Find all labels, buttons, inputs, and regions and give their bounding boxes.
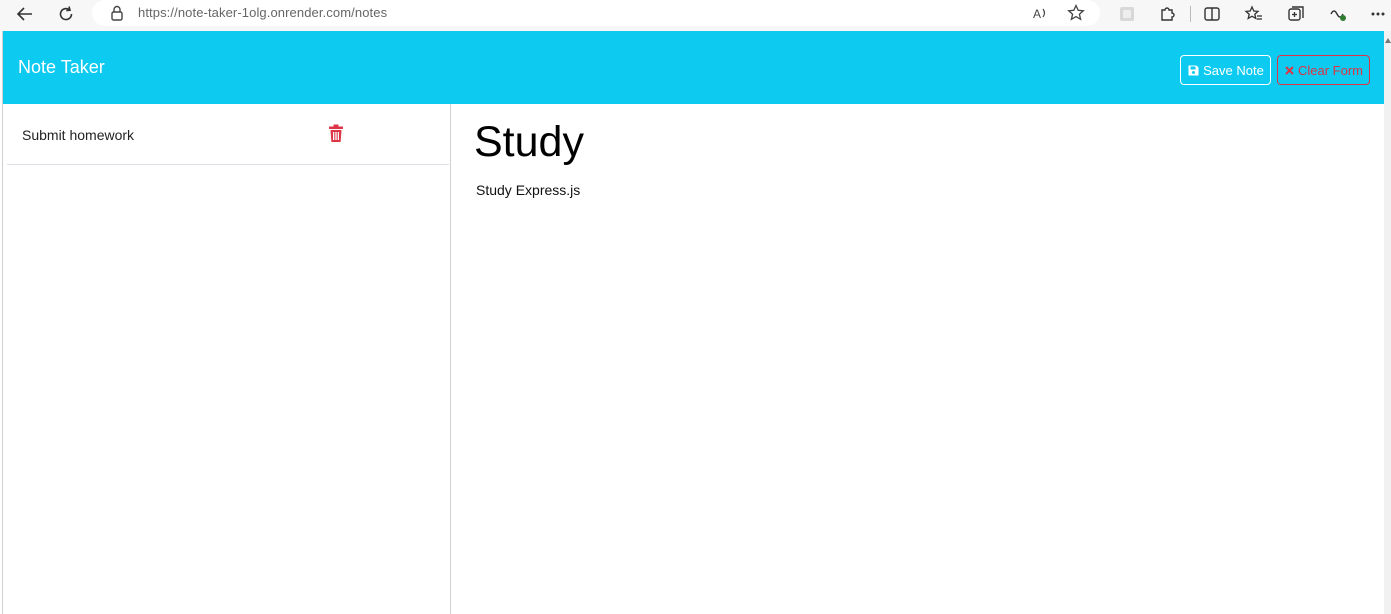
scroll-up-icon[interactable]: [1385, 38, 1391, 43]
address-bar[interactable]: https://note-taker-1olg.onrender.com/not…: [92, 0, 1100, 26]
lock-icon[interactable]: [110, 5, 124, 21]
save-note-label: Save Note: [1203, 62, 1264, 78]
trash-icon[interactable]: [328, 124, 344, 143]
read-aloud-icon[interactable]: A: [1030, 3, 1052, 23]
note-list: Submit homework: [3, 104, 451, 614]
extension-icon[interactable]: [1115, 3, 1139, 25]
list-item-title[interactable]: Submit homework: [22, 127, 134, 143]
note-text-area[interactable]: Study Express.js: [476, 182, 1356, 482]
app-window: Note Taker Save Note Clear Form Submit h…: [2, 31, 1385, 614]
brand-title[interactable]: Note Taker: [18, 57, 105, 78]
note-editor: Study Express.js: [452, 104, 1385, 614]
favorite-star-icon[interactable]: [1065, 3, 1087, 23]
save-note-button[interactable]: Save Note: [1180, 55, 1271, 85]
list-item[interactable]: Submit homework: [7, 104, 449, 165]
save-icon: [1188, 65, 1199, 75]
toolbar-divider: [1190, 6, 1191, 22]
url-text[interactable]: https://note-taker-1olg.onrender.com/not…: [138, 5, 387, 20]
svg-text:A: A: [1033, 7, 1041, 20]
note-title-input[interactable]: [474, 118, 1354, 167]
favorites-icon[interactable]: [1242, 3, 1266, 25]
collections-icon[interactable]: [1284, 3, 1308, 25]
refresh-icon[interactable]: [53, 2, 79, 26]
navbar: Note Taker Save Note Clear Form: [3, 31, 1385, 104]
performance-icon[interactable]: [1326, 3, 1350, 25]
clear-form-button[interactable]: Clear Form: [1277, 55, 1370, 85]
puzzle-icon[interactable]: [1155, 3, 1179, 25]
browser-toolbar: https://note-taker-1olg.onrender.com/not…: [0, 0, 1391, 31]
page-scrollbar[interactable]: [1384, 31, 1391, 614]
clear-form-label: Clear Form: [1297, 62, 1363, 78]
back-icon[interactable]: [12, 2, 38, 26]
close-icon: [1285, 65, 1294, 75]
split-screen-icon[interactable]: [1200, 3, 1224, 25]
more-icon[interactable]: [1366, 3, 1390, 25]
